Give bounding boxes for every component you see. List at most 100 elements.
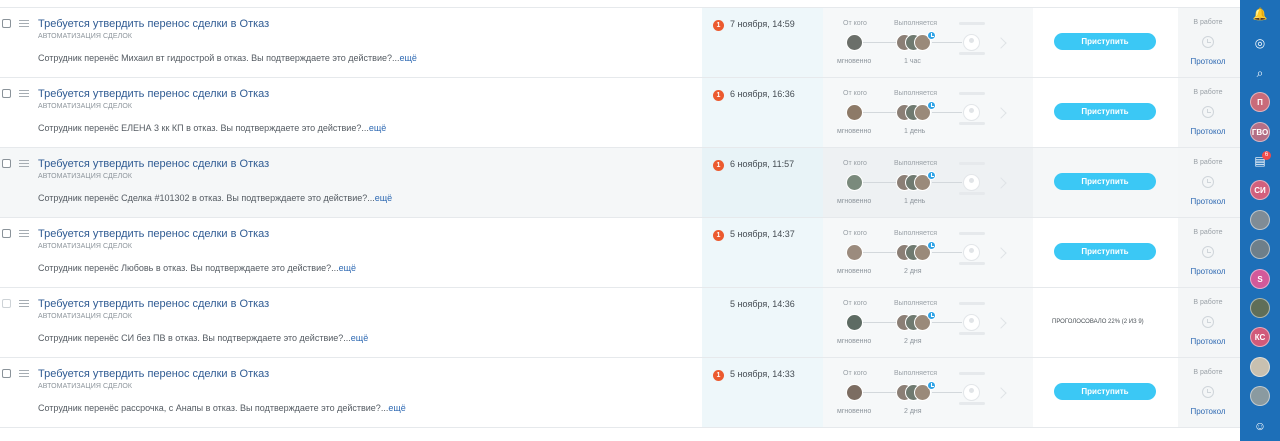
task-description: Сотрудник перенёс СИ без ПВ в отказ. Вы … [38,333,368,343]
connector-line [932,392,962,393]
row-checkbox[interactable] [2,369,11,378]
protocol-link[interactable]: Протокол [1180,267,1236,276]
more-link[interactable]: ещё [400,53,417,63]
more-link[interactable]: ещё [339,263,356,273]
executing-label: Выполняется [894,300,938,307]
row-checkbox[interactable] [2,89,11,98]
user-avatar[interactable]: ГВО [1250,121,1270,142]
protocol-link[interactable]: Протокол [1180,407,1236,416]
chat-bubble-icon[interactable]: ◎ [1249,36,1271,50]
instant-label: мгновенно [837,408,872,415]
instant-label: мгновенно [837,58,872,65]
drag-handle-icon[interactable] [19,160,29,167]
user-avatar[interactable]: СИ [1250,180,1270,201]
instant-label: мгновенно [837,198,872,205]
task-description: Сотрудник перенёс Сделка #101302 в отказ… [38,193,392,203]
row-checkbox[interactable] [2,19,11,28]
author-avatar[interactable] [846,384,863,401]
task-description: Сотрудник перенёс ЕЛЕНА 3 кк КП в отказ.… [38,123,386,133]
connector-line [862,112,898,113]
executing-label: Выполняется [894,20,938,27]
pending-user-icon [963,104,980,121]
duration-label: 1 день [904,198,926,205]
clock-icon [927,381,936,390]
start-button[interactable]: Приступить [1054,103,1156,120]
counter-badge: 1 [713,20,724,31]
clock-icon [927,171,936,180]
start-button[interactable]: Приступить [1054,243,1156,260]
task-title-link[interactable]: Требуется утвердить перенос сделки в Отк… [38,228,269,240]
connector-line [932,182,962,183]
protocol-link[interactable]: Протокол [1180,57,1236,66]
task-description-text: Сотрудник перенёс Михаил вт гидрострой в… [38,53,400,63]
task-date: 6 ноября, 16:36 [730,89,795,99]
clock-icon [927,101,936,110]
task-title-link[interactable]: Требуется утвердить перенос сделки в Отк… [38,368,269,380]
task-source: АВТОМАТИЗАЦИЯ СДЕЛОК [38,313,133,320]
row-checkbox[interactable] [2,159,11,168]
user-avatar[interactable]: П [1250,92,1270,113]
drag-handle-icon[interactable] [19,230,29,237]
task-description: Сотрудник перенёс Любовь в отказ. Вы под… [38,263,356,273]
task-title-link[interactable]: Требуется утвердить перенос сделки в Отк… [38,88,269,100]
right-sidebar: 🔔 ◎ ⌕ П ГВО ▤ 6 СИ S КС ☺ [1240,0,1280,441]
users-icon[interactable]: ☺ [1249,419,1271,433]
clock-icon [927,241,936,250]
start-button[interactable]: Приступить [1054,173,1156,190]
user-photo-avatar[interactable] [1250,209,1270,230]
task-date: 5 ноября, 14:36 [730,299,795,309]
author-avatar[interactable] [846,174,863,191]
drag-handle-icon[interactable] [19,90,29,97]
clock-icon [927,31,936,40]
user-photo-avatar[interactable] [1250,356,1270,377]
start-button[interactable]: Приступить [1054,383,1156,400]
user-photo-avatar[interactable] [1250,386,1270,407]
placeholder-bar [959,92,985,95]
user-photo-avatar[interactable] [1250,239,1270,260]
search-icon[interactable]: ⌕ [1249,66,1271,81]
in-work-label: В работе [1193,229,1223,236]
drag-handle-icon[interactable] [19,300,29,307]
task-row: Требуется утвердить перенос сделки в Отк… [0,288,1240,358]
connector-line [932,42,962,43]
task-title-link[interactable]: Требуется утвердить перенос сделки в Отк… [38,298,269,310]
pending-user-icon [963,244,980,261]
clock-icon [1202,246,1214,258]
page: Требуется утвердить перенос сделки в Отк… [0,0,1280,441]
clock-icon [1202,386,1214,398]
author-avatar[interactable] [846,104,863,121]
task-title-link[interactable]: Требуется утвердить перенос сделки в Отк… [38,158,269,170]
pending-user-icon [963,314,980,331]
more-link[interactable]: ещё [351,333,368,343]
task-row: Требуется утвердить перенос сделки в Отк… [0,148,1240,218]
placeholder-bar [959,162,985,165]
task-date: 5 ноября, 14:37 [730,229,795,239]
author-avatar[interactable] [846,244,863,261]
drag-handle-icon[interactable] [19,20,29,27]
user-avatar[interactable]: КС [1250,327,1270,348]
placeholder-bar [959,302,985,305]
task-description-text: Сотрудник перенёс Сделка #101302 в отказ… [38,193,375,203]
instant-label: мгновенно [837,268,872,275]
protocol-link[interactable]: Протокол [1180,197,1236,206]
author-avatar[interactable] [846,314,863,331]
start-button[interactable]: Приступить [1054,33,1156,50]
bell-icon[interactable]: 🔔 [1249,7,1271,21]
more-link[interactable]: ещё [388,403,405,413]
protocol-link[interactable]: Протокол [1180,127,1236,136]
drag-handle-icon[interactable] [19,370,29,377]
task-title-link[interactable]: Требуется утвердить перенос сделки в Отк… [38,18,269,30]
voting-status: ПРОГОЛОСОВАЛО 22% (2 ИЗ 9) [1052,319,1144,325]
row-checkbox[interactable] [2,299,11,308]
row-checkbox[interactable] [2,229,11,238]
author-avatar[interactable] [846,34,863,51]
more-link[interactable]: ещё [375,193,392,203]
protocol-link[interactable]: Протокол [1180,337,1236,346]
more-link[interactable]: ещё [369,123,386,133]
counter-badge: 1 [713,160,724,171]
task-description: Сотрудник перенёс рассрочка, с Анапы в о… [38,403,406,413]
user-photo-avatar[interactable] [1250,298,1270,318]
executing-label: Выполняется [894,370,938,377]
task-description-text: Сотрудник перенёс Любовь в отказ. Вы под… [38,263,339,273]
user-avatar[interactable]: S [1250,268,1270,289]
